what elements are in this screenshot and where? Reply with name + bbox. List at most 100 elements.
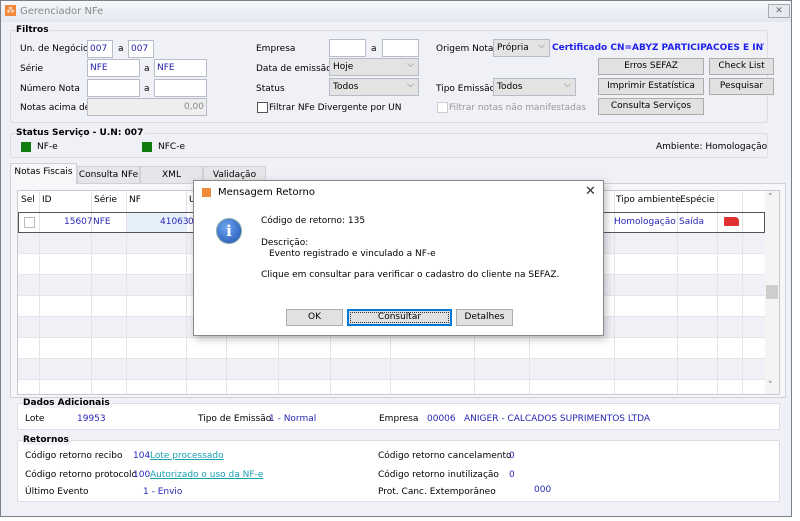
col-serie[interactable]: Série [94, 195, 117, 205]
un-negocio-to[interactable]: 007 [128, 40, 154, 58]
serie-from[interactable]: NFE [87, 59, 140, 77]
status-servico-title: Status Serviço - U.N: 007 [16, 128, 146, 138]
inutilizacao-label: Código retorno inutilização [378, 470, 499, 480]
mensagem-retorno-dialog: Mensagem Retorno ✕ i Código de retorno: … [193, 180, 604, 336]
scroll-down-icon[interactable]: ˅ [768, 381, 773, 391]
lote-label: Lote [25, 414, 45, 424]
col-especie[interactable]: Espécie [680, 195, 715, 205]
prot-canc-value: 000 [534, 485, 552, 495]
sep: a [144, 84, 150, 94]
row-select-checkbox[interactable] [24, 217, 35, 228]
cell-especie: Saída [679, 217, 704, 227]
empresa-to[interactable] [382, 39, 419, 57]
check-list-button[interactable]: Check List [709, 58, 774, 75]
tipo-emissao-select[interactable]: Todos [493, 78, 576, 96]
info-icon: i [216, 218, 242, 244]
empresa-from[interactable] [329, 39, 366, 57]
title-bar: ⁂ Gerenciador NFe ✕ [1, 1, 791, 22]
codigo-retorno-text: Código de retorno: 135 [261, 216, 366, 226]
filtrar-nao-manifestadas-checkbox[interactable] [437, 102, 448, 113]
nfe-status-label: NF-e [37, 142, 58, 152]
sep: a [118, 44, 124, 54]
detalhes-button[interactable]: Detalhes [456, 309, 513, 326]
scrollbar-thumb[interactable] [766, 285, 778, 299]
empty-table-row [18, 338, 765, 359]
recibo-link[interactable]: Lote processado [150, 451, 224, 461]
consulta-servicos-button[interactable]: Consulta Serviços [598, 98, 704, 115]
scroll-up-icon[interactable]: ˄ [768, 193, 773, 203]
empresa-label: Empresa [379, 414, 419, 424]
app-icon: ⁂ [5, 5, 16, 16]
tab-consulta-nfe[interactable]: Consulta NFe [77, 166, 140, 183]
origem-nota-select[interactable]: Própria [493, 39, 550, 57]
data-emissao-select[interactable]: Hoje [329, 58, 419, 76]
cell-serie: NFE [93, 217, 111, 227]
filtrar-divergente-label: Filtrar NFe Divergente por UN [269, 103, 402, 113]
lote-value: 19953 [77, 414, 106, 424]
nfe-status-indicator [21, 142, 31, 152]
recibo-code: 104 [133, 451, 151, 461]
tipo-emissao-value: 1 - Normal [269, 414, 317, 424]
vertical-scrollbar[interactable]: ˄ ˅ [765, 191, 779, 394]
ultimo-evento-value: 1 - Envio [143, 487, 183, 497]
consultar-button[interactable]: Consultar [347, 309, 452, 326]
un-negocio-label: Un. de Negócio [20, 44, 89, 54]
cancelamento-label: Código retorno cancelamento [378, 451, 512, 461]
empty-table-row [18, 380, 765, 394]
protocolo-link[interactable]: Autorizado o uso da NF-e [150, 470, 263, 480]
un-negocio-from[interactable]: 007 [87, 40, 113, 58]
empresa-name: ANIGER - CALCADOS SUPRIMENTOS LTDA [464, 414, 651, 424]
empty-table-row [18, 359, 765, 380]
ok-button[interactable]: OK [286, 309, 343, 326]
cancelamento-value: 0 [509, 451, 515, 461]
dialog-message: Clique em consultar para verificar o cad… [261, 270, 560, 280]
tipo-emissao-label: Tipo Emissão [436, 84, 496, 94]
cell-id: 15607 [64, 217, 93, 227]
protocolo-code: 100 [133, 470, 151, 480]
window-title: Gerenciador NFe [20, 6, 104, 17]
dados-adicionais-title: Dados Adicionais [23, 398, 112, 408]
retornos-title: Retornos [23, 435, 71, 445]
status-select[interactable]: Todos [329, 78, 419, 96]
col-nf[interactable]: NF [129, 195, 141, 205]
filtros-title: Filtros [16, 25, 51, 35]
erros-sefaz-button[interactable]: Erros SEFAZ [598, 58, 704, 75]
nfce-status-indicator [142, 142, 152, 152]
notas-acima-label: Notas acima de [20, 103, 91, 113]
inutilizacao-value: 0 [509, 470, 515, 480]
certificado-label: Certificado CN=ABYZ PARTICIPACOES E INVE… [552, 43, 764, 53]
col-id[interactable]: ID [42, 195, 52, 205]
close-icon: ✕ [775, 6, 783, 16]
cell-nf: 41063 [160, 217, 189, 227]
recibo-label: Código retorno recibo [25, 451, 123, 461]
descricao-label: Descrição: [261, 238, 309, 248]
empresa-label: Empresa [256, 44, 296, 54]
close-button[interactable]: ✕ [768, 4, 790, 18]
pesquisar-button[interactable]: Pesquisar [709, 78, 774, 95]
serie-to[interactable]: NFE [154, 59, 207, 77]
imprimir-estatistica-button[interactable]: Imprimir Estatística [598, 78, 704, 95]
filtrar-divergente-checkbox[interactable] [257, 102, 268, 113]
filtrar-nao-manifestadas-label: Filtrar notas não manifestadas [449, 103, 587, 113]
truck-icon [724, 217, 739, 226]
col-sel[interactable]: Sel [21, 195, 35, 205]
empresa-code: 00006 [427, 414, 456, 424]
tab-notas-fiscais[interactable]: Notas Fiscais [10, 163, 77, 184]
numero-nota-label: Número Nota [20, 84, 80, 94]
ambiente-label: Ambiente: Homologação [656, 142, 768, 152]
dialog-close-icon[interactable]: ✕ [585, 184, 596, 199]
notas-acima-input[interactable]: 0,00 [87, 98, 207, 116]
descricao-text: Evento registrado e vinculado a NF-e [269, 249, 436, 259]
nfce-status-label: NFC-e [158, 142, 185, 152]
numero-nota-to[interactable] [154, 79, 207, 97]
cell-tipo-ambiente: Homologação [614, 217, 676, 227]
numero-nota-from[interactable] [87, 79, 140, 97]
col-tipo-ambiente[interactable]: Tipo ambiente [616, 195, 681, 205]
protocolo-label: Código retorno protocolo [25, 470, 137, 480]
dialog-app-icon [202, 188, 211, 197]
tipo-emissao-label: Tipo de Emissão [198, 414, 272, 424]
serie-label: Série [20, 64, 43, 74]
sep: a [371, 44, 377, 54]
sep: a [144, 64, 150, 74]
prot-canc-label: Prot. Canc. Extemporâneo [378, 487, 496, 497]
